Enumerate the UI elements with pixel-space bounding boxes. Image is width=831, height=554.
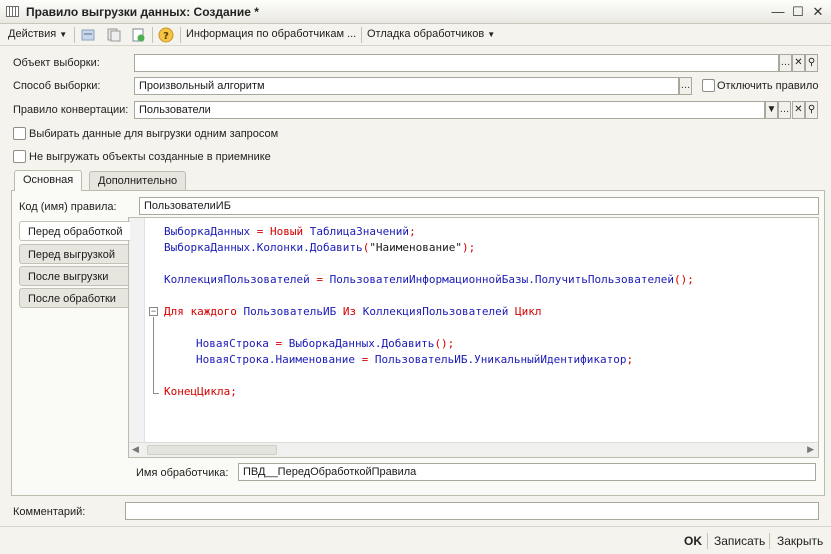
handlers-info-button[interactable]: Информация по обработчикам ... — [186, 28, 356, 40]
title-bar: Правило выгрузки данных: Создание * — ☐ … — [0, 0, 831, 24]
no-receiver-label: Не выгружать объекты созданные в приемни… — [29, 151, 271, 163]
handler-name-input[interactable]: ПВД__ПередОбработкойПравила — [238, 463, 816, 481]
collapse-icon[interactable]: − — [149, 307, 158, 316]
actions-menu[interactable]: Действия ▼ — [8, 28, 67, 40]
conversion-clear-icon[interactable]: ✕ — [792, 101, 805, 119]
method-select-button[interactable]: … — [679, 77, 692, 95]
toolbar-divider — [152, 27, 153, 43]
conversion-open-icon[interactable]: ⚲ — [805, 101, 818, 119]
code-line: НоваяСтрока.Наименование = ПользовательИ… — [196, 353, 634, 366]
button-divider — [707, 533, 708, 549]
object-select-button[interactable]: … — [779, 54, 792, 72]
conversion-rule-input[interactable]: Пользователи — [134, 101, 765, 119]
code-line: ВыборкаДанных = Новый ТаблицаЗначений; — [164, 225, 416, 238]
copy-icon[interactable] — [106, 27, 122, 43]
ok-button[interactable]: OK — [684, 534, 702, 548]
maximize-icon[interactable]: ☐ — [790, 4, 806, 20]
close-button[interactable]: Закрыть — [777, 534, 823, 548]
form-icon — [6, 6, 19, 17]
rule-code-input[interactable]: ПользователиИБ — [139, 197, 819, 215]
toolbar: Действия ▼ ? Информация по обработчикам … — [0, 24, 831, 46]
handler-tab-after-export[interactable]: После выгрузки — [19, 266, 129, 286]
scroll-right-icon[interactable]: ▶ — [807, 444, 814, 455]
fold-line — [153, 317, 154, 394]
one-query-label: Выбирать данные для выгрузки одним запро… — [29, 128, 279, 140]
toolbar-divider — [361, 27, 362, 43]
dropdown-arrow-icon: ▼ — [59, 30, 68, 39]
code-line: ВыборкаДанных.Колонки.Добавить("Наименов… — [164, 241, 476, 254]
code-line: КонецЦикла; — [164, 385, 237, 398]
toolbar-divider — [74, 27, 75, 43]
comment-input[interactable] — [125, 502, 819, 520]
rule-code-label: Код (имя) правила: — [19, 201, 117, 213]
svg-text:?: ? — [163, 31, 169, 42]
fold-line-end — [153, 393, 159, 394]
tab-additional[interactable]: Дополнительно — [89, 171, 187, 191]
dropdown-arrow-icon: ▼ — [487, 30, 496, 39]
new-document-icon[interactable] — [130, 27, 146, 43]
object-input[interactable] — [134, 54, 779, 72]
object-open-icon[interactable]: ⚲ — [805, 54, 818, 72]
close-icon[interactable]: ✕ — [810, 4, 826, 20]
handler-tab-before-export[interactable]: Перед выгрузкой — [19, 244, 129, 264]
disable-rule-label: Отключить правило — [717, 80, 819, 92]
actions-label: Действия — [8, 28, 57, 40]
method-label: Способ выборки: — [13, 80, 101, 92]
no-receiver-checkbox[interactable] — [13, 150, 26, 163]
bottom-bar: OK Записать Закрыть — [0, 526, 831, 554]
move-up-icon[interactable] — [80, 27, 96, 43]
minimize-icon[interactable]: — — [770, 4, 786, 20]
toolbar-divider — [180, 27, 181, 43]
handler-name-label: Имя обработчика: — [136, 467, 229, 479]
chevron-down-icon[interactable]: ▼ — [765, 101, 778, 119]
one-query-checkbox[interactable] — [13, 127, 26, 140]
conversion-rule-label: Правило конвертации: — [13, 104, 129, 116]
scroll-left-icon[interactable]: ◀ — [132, 444, 139, 455]
window-title: Правило выгрузки данных: Создание * — [26, 5, 259, 19]
object-label: Объект выборки: — [13, 57, 100, 69]
debug-handlers-menu[interactable]: Отладка обработчиков ▼ — [367, 28, 495, 40]
code-line: Для каждого ПользовательИБ Из КоллекцияП… — [164, 305, 542, 318]
scrollbar-thumb[interactable] — [147, 445, 277, 455]
code-editor[interactable]: − ВыборкаДанных = Новый ТаблицаЗначений;… — [128, 217, 819, 458]
button-divider — [769, 533, 770, 549]
object-clear-icon[interactable]: ✕ — [792, 54, 805, 72]
horizontal-scrollbar[interactable]: ◀ ▶ — [129, 442, 818, 457]
code-line: НоваяСтрока = ВыборкаДанных.Добавить(); — [196, 337, 455, 350]
handler-tab-after-processing[interactable]: После обработки — [19, 288, 129, 308]
comment-label: Комментарий: — [13, 506, 86, 518]
method-input[interactable]: Произвольный алгоритм — [134, 77, 679, 95]
debug-handlers-label: Отладка обработчиков — [367, 28, 485, 40]
conversion-select-button[interactable]: … — [778, 101, 791, 119]
help-icon[interactable]: ? — [158, 27, 174, 43]
editor-gutter — [129, 218, 145, 442]
disable-rule-checkbox[interactable] — [702, 79, 715, 92]
code-line: КоллекцияПользователей = ПользователиИнф… — [164, 273, 694, 286]
save-button[interactable]: Записать — [714, 534, 765, 548]
handler-tab-before-processing[interactable]: Перед обработкой — [19, 221, 130, 241]
tab-main[interactable]: Основная — [14, 170, 83, 191]
